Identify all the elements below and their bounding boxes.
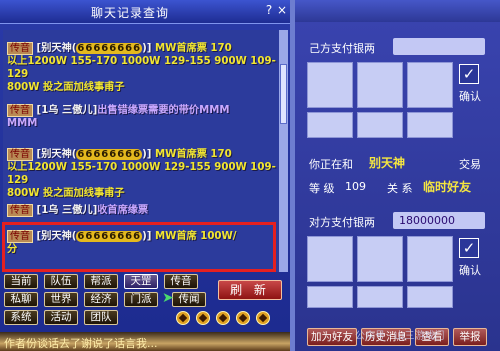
tab-sect[interactable]: 门派 xyxy=(124,292,158,307)
own-item-slot[interactable] xyxy=(357,112,403,138)
other-confirm-label: 确认 xyxy=(459,264,481,277)
close-button[interactable]: × xyxy=(275,3,289,19)
tab-tiangang[interactable]: 天罡 xyxy=(124,274,158,289)
tab-rumor[interactable]: 传闻 xyxy=(172,292,206,307)
sender-name[interactable]: [1乌 三傲儿] xyxy=(37,205,98,216)
nav-diamond-icon[interactable] xyxy=(196,311,210,325)
chat-message: 传音 [别天神(66666666)] MW首席票 170 以上1200W 155… xyxy=(7,148,276,199)
report-button[interactable]: 举报 xyxy=(453,328,487,346)
tab-broadcast[interactable]: 传音 xyxy=(164,274,198,289)
tab-group[interactable]: 团队 xyxy=(84,310,118,325)
message-text: MW首席票 170 xyxy=(154,43,232,54)
tab-system[interactable]: 系统 xyxy=(4,310,38,325)
tab-world[interactable]: 世界 xyxy=(44,292,78,307)
tab-activity[interactable]: 活动 xyxy=(44,310,78,325)
other-item-slot xyxy=(407,236,453,282)
sender-id: 66666666 xyxy=(76,43,143,54)
sender-name[interactable]: [1乌 三傲儿] xyxy=(37,105,98,116)
own-item-slot[interactable] xyxy=(307,62,353,108)
own-money-input[interactable] xyxy=(393,38,485,55)
chat-titlebar: 聊天记录查询 ? × xyxy=(0,0,290,24)
help-button[interactable]: ? xyxy=(263,3,275,19)
tab-guild[interactable]: 帮派 xyxy=(84,274,118,289)
scrollbar-thumb[interactable] xyxy=(280,64,287,124)
other-item-slot xyxy=(307,286,353,308)
message-text: 出售错缘票需要的带价MMM xyxy=(97,105,230,116)
other-money-label: 对方支付银两 xyxy=(309,216,375,229)
own-confirm-label: 确认 xyxy=(459,90,481,103)
chat-window-title: 聊天记录查询 xyxy=(90,6,169,20)
partner-name: 别天神 xyxy=(369,156,406,170)
own-confirm-checkbox[interactable]: ✓ xyxy=(459,64,479,84)
other-item-slot xyxy=(407,286,453,308)
other-money-field: 18000000 xyxy=(393,212,485,229)
tab-team[interactable]: 队伍 xyxy=(44,274,78,289)
sender-name[interactable]: [别天神( xyxy=(37,149,77,160)
tab-current[interactable]: 当前 xyxy=(4,274,38,289)
chat-message: 传音 [别天神(66666666)] MW首席票 170 以上1200W 155… xyxy=(7,42,276,93)
channel-tag[interactable]: 传音 xyxy=(7,104,33,117)
own-item-slot[interactable] xyxy=(357,62,403,108)
nav-diamond-icon[interactable] xyxy=(236,311,250,325)
tab-private[interactable]: 私聊 xyxy=(4,292,38,307)
relation-label: 关 系 xyxy=(387,182,413,195)
tab-economy[interactable]: 经济 xyxy=(84,292,118,307)
own-item-slot[interactable] xyxy=(407,62,453,108)
add-friend-button[interactable]: 加为好友 xyxy=(307,328,357,346)
message-text: 收首席缘票 xyxy=(97,205,149,216)
trade-titlebar xyxy=(295,0,500,22)
channel-tag[interactable]: 传音 xyxy=(7,42,33,55)
sender-name[interactable]: [别天神( xyxy=(37,43,77,54)
other-item-slot xyxy=(357,236,403,282)
highlight-box xyxy=(2,222,276,272)
scrollbar[interactable] xyxy=(279,30,288,272)
other-confirm-checkbox: ✓ xyxy=(459,238,479,258)
watermark: 公众号 · 山三游戏门 xyxy=(355,331,445,342)
chat-log-window: 聊天记录查询 ? × 传音 [别天神(66666666)] MW首席票 170 … xyxy=(0,0,290,351)
own-money-label: 己方支付银两 xyxy=(309,42,375,55)
message-text: MW首席票 170 xyxy=(154,149,232,160)
sender-id: 66666666 xyxy=(76,149,143,160)
channel-tag[interactable]: 传音 xyxy=(7,148,33,161)
nav-diamond-icon[interactable] xyxy=(216,311,230,325)
chat-message: 传音 [1乌 三傲儿]出售错缘票需要的带价MMM MMM xyxy=(7,104,230,129)
chat-message: 传音 [1乌 三傲儿]收首席缘票 xyxy=(7,204,279,217)
trading-with-label: 你正在和 xyxy=(309,158,353,171)
nav-diamond-icon[interactable] xyxy=(176,311,190,325)
level-label: 等 级 xyxy=(309,182,335,195)
relation-value: 临时好友 xyxy=(423,180,472,194)
nav-diamond-icon[interactable] xyxy=(256,311,270,325)
other-item-slot xyxy=(357,286,403,308)
cursor-arrow-icon: ➤ xyxy=(162,290,174,306)
own-item-slot[interactable] xyxy=(307,112,353,138)
own-item-slot[interactable] xyxy=(407,112,453,138)
trade-window: 己方支付银两 ✓ 确认 你正在和 别天神 交易 等 级 109 关 系 临时好友… xyxy=(295,0,500,351)
channel-tag[interactable]: 传音 xyxy=(7,204,33,217)
level-value: 109 xyxy=(345,180,366,193)
trade-label: 交易 xyxy=(459,158,481,171)
bottom-ticker-text: 作者份谈话去了谢说了话言我... xyxy=(4,337,158,350)
other-item-slot xyxy=(307,236,353,282)
refresh-button[interactable]: 刷 新 xyxy=(218,280,282,300)
